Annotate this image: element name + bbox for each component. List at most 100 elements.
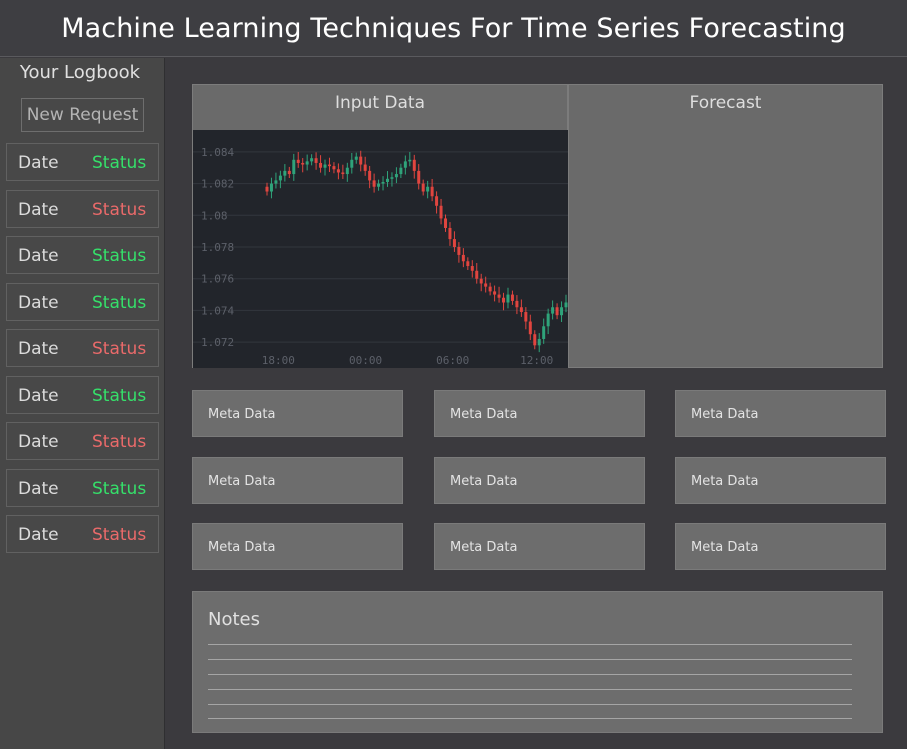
y-tick-label: 1.08 [201,209,228,222]
candle-body [475,270,479,279]
meta-data-box: Meta Data [434,523,645,570]
note-line [208,659,852,660]
logbook-entry[interactable]: Date Status [6,515,159,553]
meta-data-label: Meta Data [691,474,759,489]
forecast-title: Forecast [689,93,762,113]
candle-body [488,286,492,292]
candle-body [497,294,501,298]
x-tick-label: 06:00 [436,354,469,367]
candle-body [359,156,363,165]
meta-data-box: Meta Data [434,457,645,504]
candle-body [323,164,327,168]
candle-body [269,183,273,192]
entry-date: Date [18,432,59,452]
y-tick-label: 1.074 [201,304,234,317]
input-data-panel: Input Data 1.084 1.082 1.08 1.078 1.076 1.074… [192,84,568,368]
x-tick-label: 00:00 [349,354,382,367]
y-tick-label: 1.078 [201,241,234,254]
candle-body [448,227,452,240]
candle-body [412,159,416,171]
candle-body [399,167,403,175]
app-header: Machine Learning Techniques For Time Ser… [0,0,907,57]
meta-data-box: Meta Data [675,390,886,437]
candle-body [515,300,519,308]
candle-body [310,158,314,162]
entry-status: Status [92,293,147,313]
candle-body [555,307,559,316]
notes-title: Notes [208,609,260,630]
entry-status: Status [92,200,147,220]
logbook-entry[interactable]: Date Status [6,190,159,228]
meta-data-label: Meta Data [208,540,276,555]
candle-body [551,307,555,314]
candle-body [470,266,474,271]
meta-data-box: Meta Data [434,390,645,437]
candle-body [506,294,510,303]
entry-status: Status [92,432,147,452]
candle-body [421,183,425,192]
candle-body [519,307,523,313]
logbook-entry[interactable]: Date Status [6,376,159,414]
meta-data-label: Meta Data [208,474,276,489]
logbook-entry[interactable]: Date Status [6,283,159,321]
candle-body [265,186,269,192]
entry-date: Date [18,386,59,406]
entry-status: Status [92,479,147,499]
candle-body [341,172,345,175]
candle-body [528,321,532,335]
candlestick-svg: 1.084 1.082 1.08 1.078 1.076 1.074 1.072 18:00 0… [193,146,568,367]
note-line [208,674,852,675]
input-candlestick-chart: 1.084 1.082 1.08 1.078 1.076 1.074 1.072 18:00 0… [193,130,568,368]
candle-body [546,313,550,327]
candle-body [394,174,398,178]
candle-body [278,175,282,181]
entry-date: Date [18,293,59,313]
y-tick-label: 1.076 [201,273,234,286]
y-tick-label: 1.084 [201,146,234,159]
candle-body [390,177,394,179]
logbook-entry[interactable]: Date Status [6,143,159,181]
meta-data-box: Meta Data [192,523,403,570]
meta-data-label: Meta Data [450,407,518,422]
candle-body [354,156,358,160]
candle-body [385,178,389,182]
candle-body [332,166,336,170]
new-request-button[interactable]: New Request [21,98,144,132]
candle-body [381,181,385,184]
meta-data-label: Meta Data [691,407,759,422]
logbook-sidebar: Your Logbook New Request Date Status Dat… [0,58,165,749]
candle-body [560,307,564,316]
candle-body [435,196,439,206]
entry-date: Date [18,479,59,499]
candle-body [377,183,381,187]
note-line [208,644,852,645]
entry-status: Status [92,339,147,359]
meta-data-box: Meta Data [192,390,403,437]
logbook-entry[interactable]: Date Status [6,469,159,507]
candle-body [417,170,421,184]
candle-body [372,180,376,187]
candle-body [502,297,506,303]
logbook-entry[interactable]: Date Status [6,329,159,367]
logbook-entry[interactable]: Date Status [6,422,159,460]
forecast-panel: Forecast [568,84,883,368]
note-line [208,704,852,705]
page-title: Machine Learning Techniques For Time Ser… [61,12,846,44]
candle-body [319,162,323,168]
candle-body [533,334,537,346]
candle-body [301,162,305,165]
candle-body [283,170,287,176]
note-line [208,718,852,719]
candle-body [537,338,541,346]
logbook-entry[interactable]: Date Status [6,236,159,274]
note-line [208,689,852,690]
meta-data-box: Meta Data [675,523,886,570]
candle-body [314,158,318,163]
candle-body [484,283,488,287]
candle-body [305,161,309,165]
candle-body [287,170,291,175]
notes-panel[interactable]: Notes [192,591,883,733]
entry-status: Status [92,246,147,266]
candle-body [444,218,448,228]
meta-data-label: Meta Data [691,540,759,555]
